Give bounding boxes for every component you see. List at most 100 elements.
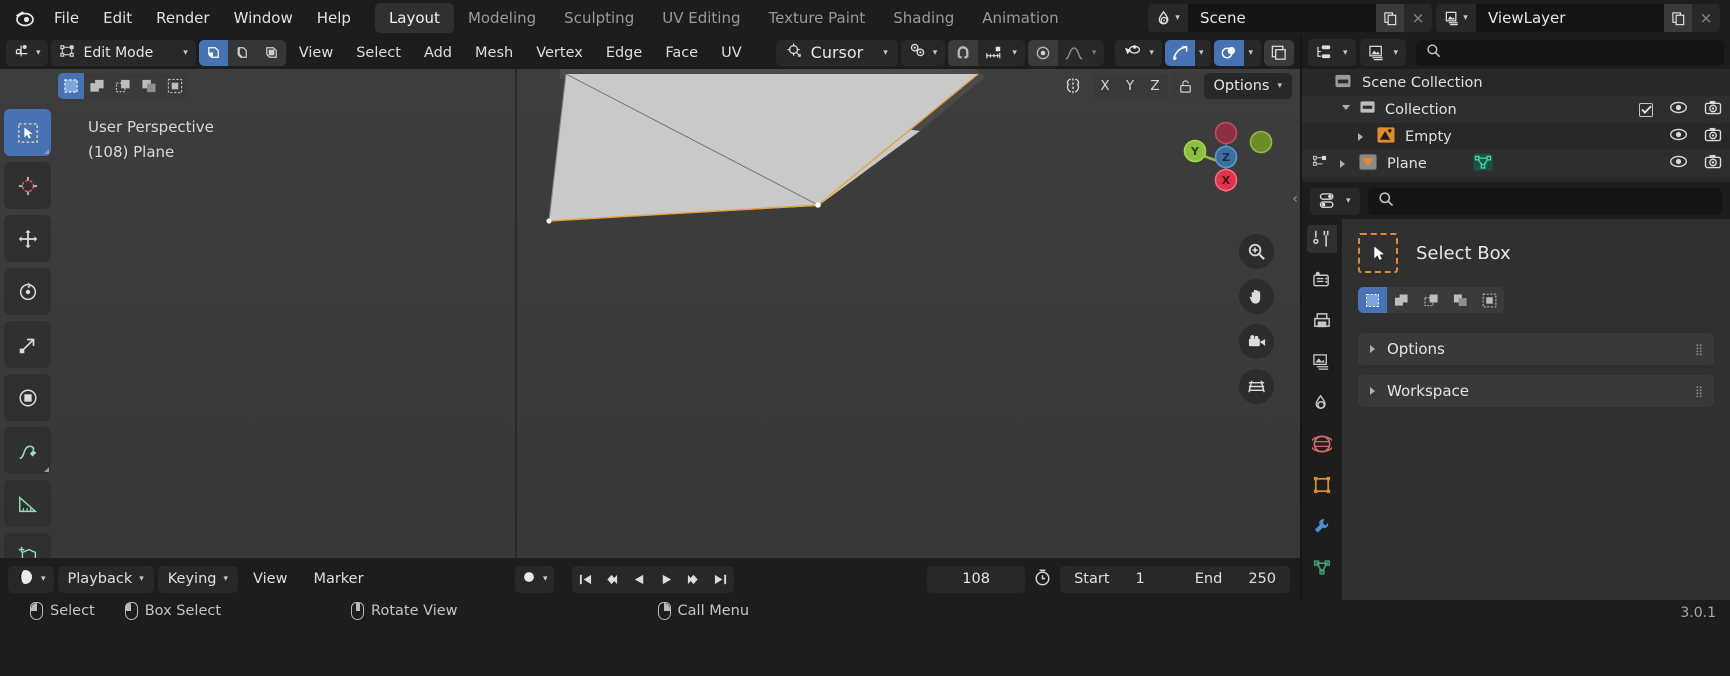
mesh-data-icon[interactable]: [1472, 152, 1494, 176]
timeline-editor-type-button[interactable]: ▾: [8, 565, 54, 593]
data-tab-icon[interactable]: [1307, 553, 1337, 581]
outliner-display-mode-icon[interactable]: ▾: [1308, 39, 1356, 66]
transform-pivot-selector[interactable]: Cursor ▾: [775, 39, 898, 66]
object-tab-icon[interactable]: [1307, 471, 1337, 499]
viewport-menu-uv[interactable]: UV: [711, 40, 752, 66]
workspace-tab-shading[interactable]: Shading: [879, 3, 968, 33]
intersect-select-icon[interactable]: [1474, 287, 1504, 313]
start-value[interactable]: 1: [1136, 571, 1145, 587]
select-box-icon[interactable]: [58, 73, 84, 99]
toggle-ortho-icon[interactable]: [1239, 369, 1274, 404]
proportional-toggle-group[interactable]: ▾: [900, 39, 946, 66]
extend-select-icon[interactable]: [1387, 287, 1417, 313]
workspace-tab-texture-paint[interactable]: Texture Paint: [754, 3, 879, 33]
next-keyframe-icon[interactable]: [680, 566, 707, 593]
world-tab-icon[interactable]: [1307, 430, 1337, 458]
scene-tab-icon[interactable]: [1307, 389, 1337, 417]
3d-viewport[interactable]: X Y Z Options ▾ User Perspective (108) P…: [0, 69, 1300, 558]
editor-type-selector[interactable]: ▾: [6, 39, 48, 66]
select-extend-icon[interactable]: [84, 73, 110, 99]
panel-options[interactable]: Options ⣿: [1358, 333, 1714, 365]
falloff-curve-icon[interactable]: [1057, 39, 1090, 66]
tweak-select-box-icon[interactable]: [4, 109, 51, 156]
chevron-right-icon[interactable]: [1358, 132, 1363, 141]
play-icon[interactable]: [653, 566, 680, 593]
camera-view-icon[interactable]: [1239, 324, 1274, 359]
outliner-row-empty[interactable]: Empty: [1302, 123, 1730, 150]
panel-grip-icon[interactable]: ⣿: [1695, 386, 1704, 397]
scene-name[interactable]: Scene: [1188, 4, 1376, 32]
render-tab-icon[interactable]: [1307, 266, 1337, 294]
viewlayer-name[interactable]: ViewLayer: [1476, 4, 1664, 32]
timeline-keying-menu[interactable]: Keying ▾: [157, 565, 239, 593]
viewport-options-button[interactable]: Options ▾: [1203, 73, 1292, 99]
outliner-search-input[interactable]: [1416, 39, 1724, 66]
sidebar-toggle-arrow-icon[interactable]: ‹: [1292, 191, 1298, 207]
scene-datablock[interactable]: ▾ Scene ×: [1148, 4, 1432, 32]
scene-close-button[interactable]: ×: [1404, 4, 1432, 32]
lock-icon[interactable]: [1170, 73, 1201, 99]
current-frame-field[interactable]: 108: [927, 565, 1026, 593]
output-tab-icon[interactable]: [1307, 307, 1337, 335]
end-value[interactable]: 250: [1248, 571, 1276, 587]
mirror-axis-z[interactable]: Z: [1142, 73, 1168, 99]
menu-file[interactable]: File: [42, 5, 91, 31]
transform-icon[interactable]: [4, 374, 51, 421]
select-subtract-icon[interactable]: [110, 73, 136, 99]
outliner-row-scene-collection[interactable]: Scene Collection: [1302, 69, 1730, 96]
menu-edit[interactable]: Edit: [91, 5, 144, 31]
overlays-icon[interactable]: [1214, 39, 1245, 66]
mirror-x-icon[interactable]: [1056, 73, 1090, 99]
menu-window[interactable]: Window: [222, 5, 305, 31]
workspace-tab-modeling[interactable]: Modeling: [454, 3, 550, 33]
camera-icon[interactable]: [1704, 127, 1722, 146]
panel-workspace[interactable]: Workspace ⣿: [1358, 375, 1714, 407]
new-copy-icon[interactable]: [1376, 4, 1404, 32]
auto-keying-group[interactable]: ▾: [515, 565, 554, 593]
view-layer-icon[interactable]: ▾: [1436, 4, 1476, 32]
camera-icon[interactable]: [1704, 154, 1722, 173]
new-copy-icon[interactable]: [1664, 4, 1692, 32]
pan-hand-icon[interactable]: [1239, 279, 1274, 314]
camera-icon[interactable]: [1704, 100, 1722, 119]
area-divider[interactable]: [1300, 36, 1302, 600]
blender-logo-icon[interactable]: [8, 1, 42, 35]
select-intersect-icon[interactable]: [162, 73, 188, 99]
measure-icon[interactable]: [4, 480, 51, 527]
workspace-tab-uv-editing[interactable]: UV Editing: [648, 3, 754, 33]
edge-select-icon[interactable]: [227, 39, 257, 66]
frame-range-fields[interactable]: Start 1 End 250: [1060, 565, 1290, 593]
viewlayer-close-button[interactable]: ×: [1692, 4, 1720, 32]
annotate-icon[interactable]: [4, 427, 51, 474]
workspace-tab-sculpting[interactable]: Sculpting: [550, 3, 648, 33]
workspace-tab-animation[interactable]: Animation: [968, 3, 1072, 33]
play-reverse-icon[interactable]: [626, 566, 653, 593]
collection-enable-checkbox[interactable]: [1639, 102, 1653, 117]
scale-icon[interactable]: [4, 321, 51, 368]
proportional-edit-toggle-icon[interactable]: [1027, 39, 1058, 66]
rotate-icon[interactable]: [4, 268, 51, 315]
viewport-menu-edge[interactable]: Edge: [596, 40, 653, 66]
outliner-row-collection[interactable]: Collection: [1302, 96, 1730, 123]
menu-help[interactable]: Help: [305, 5, 363, 31]
view-layer-tab-icon[interactable]: [1307, 348, 1337, 376]
timeline-marker-menu[interactable]: Marker: [302, 571, 374, 587]
prev-keyframe-icon[interactable]: [599, 566, 626, 593]
jump-start-icon[interactable]: [572, 566, 599, 593]
vertex-select-icon[interactable]: [198, 39, 228, 66]
modifier-tab-icon[interactable]: [1307, 512, 1337, 540]
mirror-axis-x[interactable]: X: [1092, 73, 1118, 99]
snap-target-icon[interactable]: [978, 39, 1011, 66]
properties-editor[interactable]: ▾ Select Box Options ⣿ Workspace ⣿: [1302, 183, 1730, 600]
gizmo-icon[interactable]: [1164, 39, 1195, 66]
jump-end-icon[interactable]: [707, 566, 734, 593]
timeline-view-menu[interactable]: View: [242, 571, 298, 587]
viewport-menu-face[interactable]: Face: [655, 40, 708, 66]
set-select-icon[interactable]: [1358, 287, 1388, 313]
properties-editor-icon[interactable]: ▾: [1310, 187, 1360, 215]
menu-render[interactable]: Render: [144, 5, 221, 31]
navigation-gizmo[interactable]: Z X Y: [1183, 121, 1273, 196]
eye-icon[interactable]: [1669, 155, 1688, 172]
mode-selector[interactable]: Edit Mode ▾: [50, 39, 196, 66]
xray-toggle-icon[interactable]: [1264, 39, 1294, 66]
